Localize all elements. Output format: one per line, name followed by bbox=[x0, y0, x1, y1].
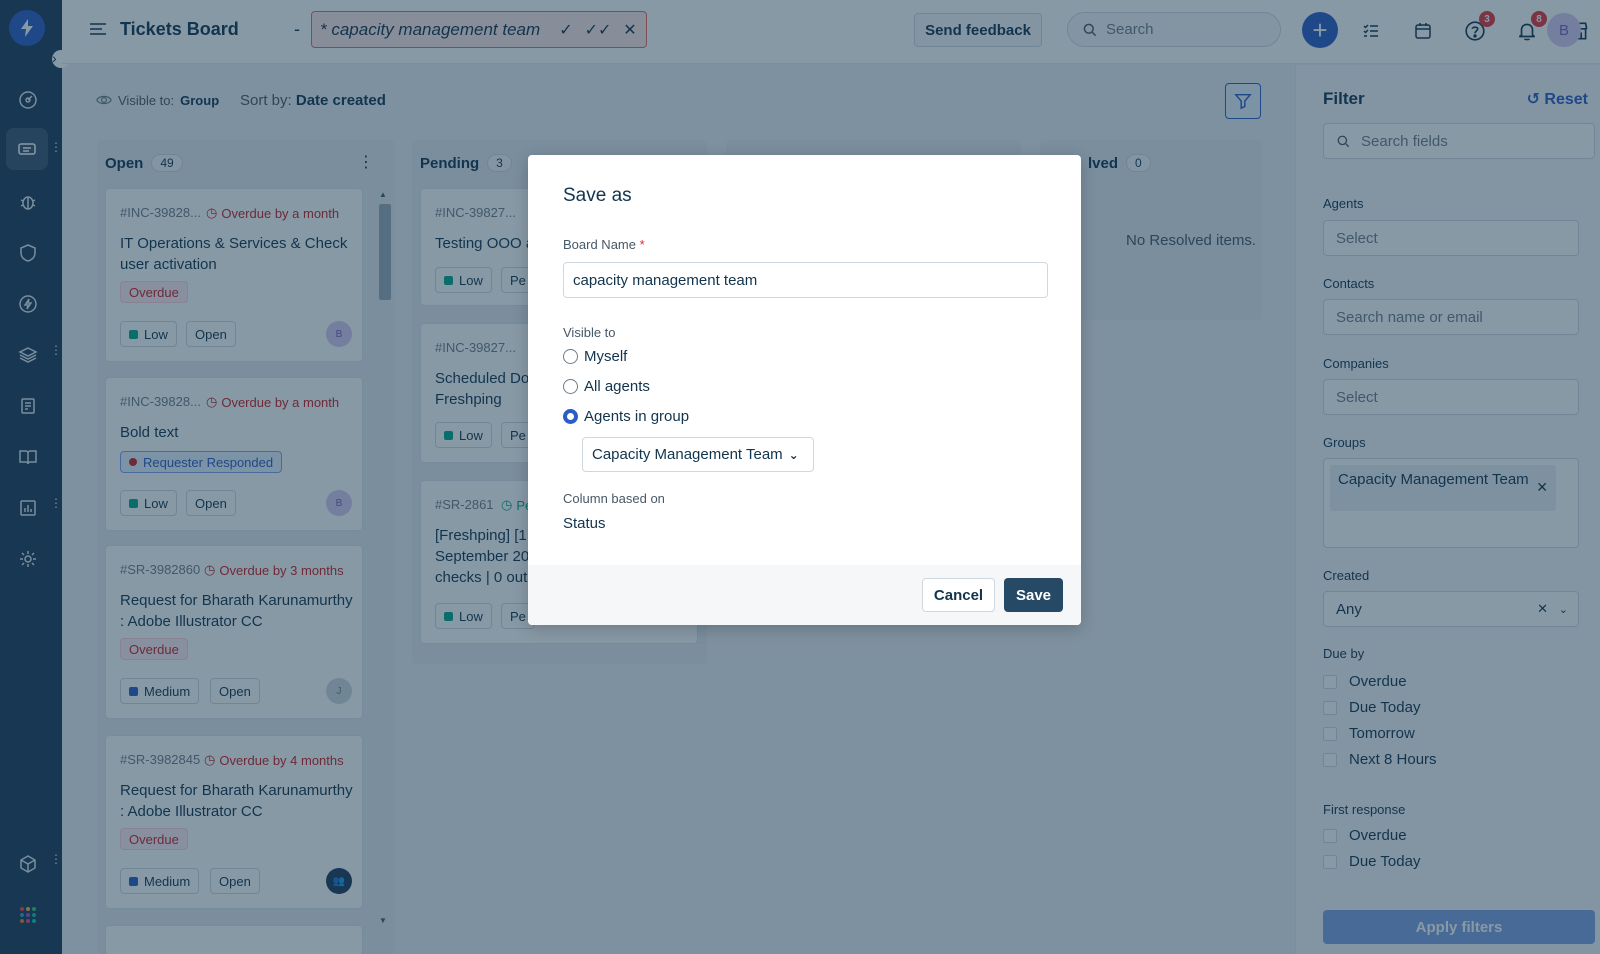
save-button[interactable]: Save bbox=[1004, 578, 1063, 612]
radio-button[interactable] bbox=[563, 349, 578, 364]
board-name-label: Board Name * bbox=[563, 237, 645, 252]
radio-button-selected[interactable] bbox=[563, 409, 578, 424]
option-label: All agents bbox=[584, 378, 650, 395]
visibility-option-all-agents[interactable]: All agents bbox=[563, 378, 650, 395]
cancel-button[interactable]: Cancel bbox=[922, 578, 995, 612]
required-mark: * bbox=[639, 237, 645, 252]
radio-button[interactable] bbox=[563, 379, 578, 394]
column-based-on-label: Column based on bbox=[563, 491, 665, 506]
option-label: Myself bbox=[584, 348, 628, 365]
visible-to-label: Visible to bbox=[563, 325, 616, 340]
column-based-on-value: Status bbox=[563, 515, 606, 532]
visibility-option-myself[interactable]: Myself bbox=[563, 348, 627, 365]
board-name-input[interactable]: capacity management team bbox=[563, 262, 1048, 298]
board-name-label-text: Board Name bbox=[563, 237, 636, 252]
chevron-down-icon: ⌄ bbox=[788, 447, 799, 462]
group-select-dropdown[interactable]: Capacity Management Team ⌄ bbox=[582, 437, 814, 472]
save-as-dialog: Save as Board Name * capacity management… bbox=[528, 155, 1081, 625]
option-label: Agents in group bbox=[584, 408, 690, 425]
group-select-value: Capacity Management Team bbox=[592, 446, 783, 463]
dialog-title: Save as bbox=[563, 185, 632, 206]
visibility-option-agents-in-group[interactable]: Agents in group bbox=[563, 408, 689, 425]
dialog-footer bbox=[528, 565, 1081, 625]
